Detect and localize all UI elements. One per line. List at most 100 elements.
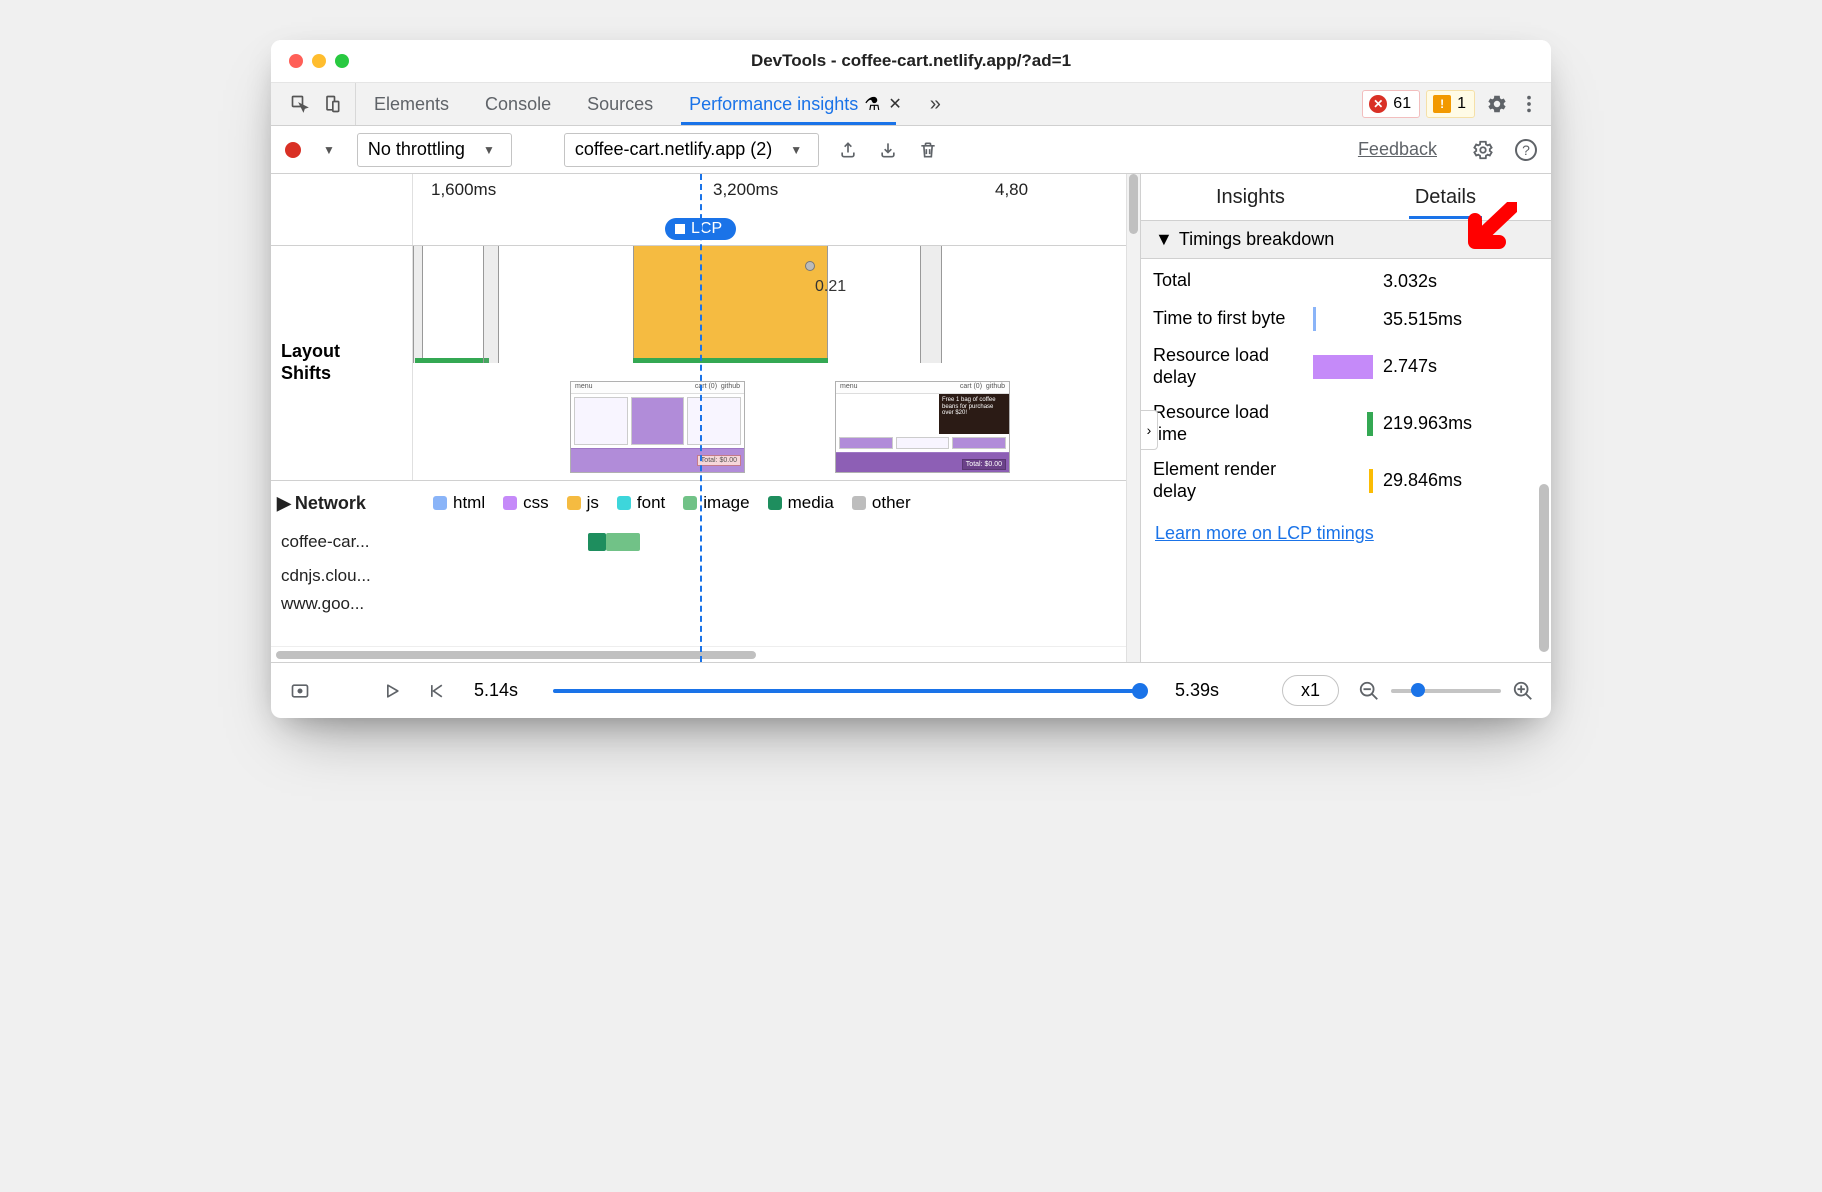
zoom-slider[interactable] bbox=[1391, 689, 1501, 693]
good-cls-indicator bbox=[633, 358, 828, 363]
main-content: 1,600ms 3,200ms 4,80 LCP Layout Shifts bbox=[271, 174, 1551, 662]
tick-label: 1,600ms bbox=[431, 180, 496, 200]
tab-console[interactable]: Console bbox=[467, 83, 569, 125]
inspect-tools bbox=[277, 83, 356, 125]
timing-total: Total 3.032s bbox=[1153, 269, 1535, 293]
tab-sources[interactable]: Sources bbox=[569, 83, 671, 125]
network-legend: html css js font image media other bbox=[413, 493, 911, 513]
legend-swatch-image bbox=[683, 496, 697, 510]
device-toolbar-icon[interactable] bbox=[319, 91, 345, 117]
toolbar: ▼ No throttling ▼ coffee-cart.netlify.ap… bbox=[271, 126, 1551, 174]
delete-icon[interactable] bbox=[915, 137, 941, 163]
timing-resource-load-time: Resource load time 219.963ms bbox=[1153, 402, 1535, 445]
network-request-row[interactable]: coffee-car... bbox=[271, 525, 1140, 559]
current-time: 5.14s bbox=[467, 680, 525, 701]
errors-count: 61 bbox=[1393, 95, 1411, 113]
network-rows[interactable]: coffee-car... cdnjs.clou... www.goo... bbox=[271, 525, 1140, 646]
inspect-element-icon[interactable] bbox=[287, 91, 313, 117]
total-time: 5.39s bbox=[1168, 680, 1226, 701]
expand-icon[interactable]: ▶ bbox=[277, 493, 291, 514]
timing-ttfb: Time to first byte 35.515ms bbox=[1153, 307, 1535, 331]
collapse-panel-button[interactable]: › bbox=[1140, 410, 1158, 450]
record-button[interactable] bbox=[285, 142, 301, 158]
tab-elements[interactable]: Elements bbox=[356, 83, 467, 125]
close-tab-icon[interactable]: ✕ bbox=[886, 94, 901, 114]
tab-performance-insights[interactable]: Performance insights ⚗ ✕ bbox=[671, 83, 920, 125]
export-icon[interactable] bbox=[835, 137, 861, 163]
legend-swatch-other bbox=[852, 496, 866, 510]
zoom-in-icon[interactable] bbox=[1511, 679, 1535, 703]
slider-thumb[interactable] bbox=[1132, 683, 1148, 699]
traffic-lights bbox=[271, 54, 349, 68]
status-badges: ✕ 61 ! 1 bbox=[1362, 90, 1481, 118]
chevron-down-icon: ▼ bbox=[1155, 229, 1173, 250]
ruler-track[interactable]: 1,600ms 3,200ms 4,80 LCP bbox=[413, 174, 1140, 245]
feedback-link[interactable]: Feedback bbox=[1358, 139, 1437, 160]
rewind-button[interactable] bbox=[423, 678, 449, 704]
maximize-window-button[interactable] bbox=[335, 54, 349, 68]
legend-swatch-css bbox=[503, 496, 517, 510]
settings-icon[interactable] bbox=[1481, 88, 1513, 120]
tab-label: Performance insights bbox=[689, 94, 858, 115]
play-button[interactable] bbox=[379, 678, 405, 704]
slider-thumb[interactable] bbox=[1411, 683, 1425, 697]
layout-shift-event[interactable] bbox=[633, 246, 828, 363]
network-request-row[interactable]: www.goo... bbox=[271, 593, 1140, 615]
tick-label: 4,80 bbox=[995, 180, 1028, 200]
network-track: ▶ Network html css js font image media o… bbox=[271, 481, 1140, 662]
window-title: DevTools - coffee-cart.netlify.app/?ad=1 bbox=[271, 51, 1551, 71]
timings-list: Total 3.032s Time to first byte 35.515ms… bbox=[1141, 259, 1551, 513]
screenshot-thumbnail[interactable]: menu cart (0) github Total: $0.00 bbox=[570, 381, 745, 473]
flask-icon: ⚗ bbox=[864, 94, 880, 115]
errors-badge[interactable]: ✕ 61 bbox=[1362, 90, 1420, 118]
request-bar[interactable] bbox=[606, 533, 640, 551]
shifts-body[interactable]: 0.21 menu cart (0) github Total: $0.00 bbox=[413, 246, 1140, 480]
zoom-controls bbox=[1357, 679, 1535, 703]
playback-bar: 5.14s 5.39s x1 bbox=[271, 662, 1551, 718]
lcp-label: LCP bbox=[691, 220, 722, 238]
help-icon[interactable]: ? bbox=[1515, 139, 1537, 161]
screenshot-thumbnail[interactable]: menu cart (0) github Free 1 bag of coffe… bbox=[835, 381, 1010, 473]
cls-marker[interactable] bbox=[805, 261, 815, 271]
warning-icon: ! bbox=[1433, 95, 1451, 113]
horizontal-scrollbar[interactable] bbox=[271, 646, 1140, 662]
legend-swatch-font bbox=[617, 496, 631, 510]
track-label: Network bbox=[295, 493, 366, 514]
playback-speed[interactable]: x1 bbox=[1282, 675, 1339, 706]
layout-shift-event[interactable] bbox=[920, 246, 942, 363]
titlebar: DevTools - coffee-cart.netlify.app/?ad=1 bbox=[271, 40, 1551, 82]
tab-insights[interactable]: Insights bbox=[1206, 178, 1295, 217]
import-icon[interactable] bbox=[875, 137, 901, 163]
page-select-value: coffee-cart.netlify.app (2) bbox=[575, 139, 772, 160]
timeline-slider[interactable] bbox=[553, 689, 1140, 693]
toolbar-settings-icon[interactable] bbox=[1467, 134, 1499, 166]
vertical-scrollbar[interactable] bbox=[1539, 484, 1549, 652]
minimize-window-button[interactable] bbox=[312, 54, 326, 68]
warnings-badge[interactable]: ! 1 bbox=[1426, 90, 1475, 118]
record-menu-chevron-icon[interactable]: ▼ bbox=[317, 143, 341, 157]
page-select[interactable]: coffee-cart.netlify.app (2) ▼ bbox=[564, 133, 819, 167]
layout-shift-event[interactable] bbox=[413, 246, 423, 363]
error-icon: ✕ bbox=[1369, 95, 1387, 113]
devtools-window: DevTools - coffee-cart.netlify.app/?ad=1… bbox=[271, 40, 1551, 718]
chevron-down-icon: ▼ bbox=[477, 143, 501, 157]
throttling-select[interactable]: No throttling ▼ bbox=[357, 133, 512, 167]
legend-swatch-media bbox=[768, 496, 782, 510]
request-bar[interactable] bbox=[588, 533, 606, 551]
learn-more-link[interactable]: Learn more on LCP timings bbox=[1141, 513, 1551, 554]
layout-shift-event[interactable] bbox=[483, 246, 499, 363]
timing-element-render-delay: Element render delay 29.846ms bbox=[1153, 459, 1535, 502]
section-title: Timings breakdown bbox=[1179, 229, 1334, 250]
kebab-menu-icon[interactable] bbox=[1513, 88, 1545, 120]
layout-shifts-track: Layout Shifts 0.21 menu cart (0 bbox=[271, 246, 1140, 481]
close-window-button[interactable] bbox=[289, 54, 303, 68]
annotation-arrow-icon bbox=[1457, 202, 1517, 263]
vertical-scrollbar[interactable] bbox=[1126, 174, 1140, 662]
zoom-out-icon[interactable] bbox=[1357, 679, 1381, 703]
timing-resource-load-delay: Resource load delay 2.747s bbox=[1153, 345, 1535, 388]
more-tabs-icon[interactable]: » bbox=[920, 93, 951, 116]
view-toggle-icon[interactable] bbox=[287, 678, 313, 704]
chevron-down-icon: ▼ bbox=[784, 143, 808, 157]
playhead-line[interactable] bbox=[700, 174, 702, 662]
network-request-row[interactable]: cdnjs.clou... bbox=[271, 559, 1140, 593]
